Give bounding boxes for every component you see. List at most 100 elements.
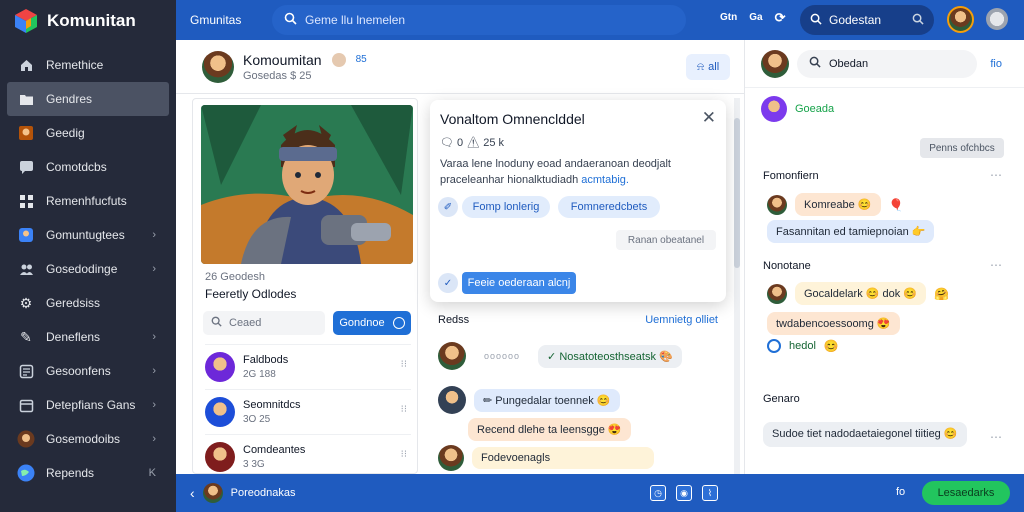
popup-title: Vonaltom Omnenclddel [440,111,585,127]
sidebar-item-5[interactable]: Gomuntugtees › [0,218,176,252]
sidebar-item-10[interactable]: Detepfians Gans › [0,388,176,422]
friend-row-0[interactable]: Faldbods 2G 188 ⁝⁝ [205,344,411,388]
message-avatar [438,445,464,471]
magnifier-icon [912,13,924,28]
close-icon[interactable]: ✕ [702,108,716,128]
sidebar-item-11[interactable]: Gosemodoibs › [0,422,176,456]
more-icon[interactable]: ⋯ [990,258,1002,272]
section-title-2: Nonotane [763,260,811,272]
all-button[interactable]: ⍾ all [686,54,730,80]
popup-action-button[interactable]: Feeie oederaan alcnj [462,272,576,294]
sidebar-item-9[interactable]: Gesoonfens › [0,354,176,388]
sidebar-item-8[interactable]: ✎ Deneflens › [0,320,176,354]
panel-item-2a[interactable]: Gocaldelark 😊 dok 😊 🤗 [767,282,949,305]
bottom-user[interactable]: ‹ Poreodnakas [176,483,296,503]
emoji-icon: 😊 [865,288,880,300]
panel-item-2b[interactable]: twdabencoessoomg 😍 [767,312,900,335]
search-icon [284,12,297,28]
smile-icon: 😊 [857,199,872,211]
sidebar-item-1[interactable]: Gendres [7,82,169,116]
card-action-button[interactable]: Gondnoe [333,311,411,335]
profile-avatar[interactable] [202,50,234,83]
sidebar-item-4[interactable]: Remenhfucfuts [0,184,176,218]
friend-avatar [205,351,235,382]
panel-button[interactable]: Penns ofchbcs [920,138,1004,158]
card-search-input[interactable]: Ceaed [203,311,325,335]
message-avatar [438,386,466,414]
popup-chip-1[interactable]: Fomneredcbets [558,196,660,218]
profile-header: Komoumitan 85 Gosedas $ 25 ⍾ all [176,40,744,94]
panel-close-button[interactable]: fio [990,58,1002,70]
message-bubble: Recend dlehe ta leensgge 😍 [468,418,631,441]
popup-chip-0[interactable]: Fomp lonlerig [462,196,550,218]
more-icon[interactable]: ⁝⁝ [401,359,407,370]
sidebar-nav: Remethice Gendres Geedig Comotdcbs Remen… [0,48,176,490]
cube-logo-icon [15,9,37,33]
feed-scrollbar[interactable] [734,98,740,474]
bottom-arrow-label[interactable]: fo [896,486,905,498]
pencil-icon: ✏ [483,394,496,407]
right-search-input[interactable]: Godestan [800,5,934,35]
scroll-thumb[interactable] [734,118,740,268]
panel-user-avatar [761,96,787,122]
panel-item-2c[interactable]: hedol 😊 [767,339,839,353]
topbar-brand[interactable]: Gmunitas [176,13,272,27]
sidebar-item-label: Remenhfucfuts [46,194,127,208]
panel-item-1b[interactable]: Fasannitan ed tamiepnoian 👉 [767,220,935,243]
more-icon[interactable]: ⋯ [990,430,1002,444]
popup-link[interactable]: acmtabig. [581,174,629,186]
gear-icon: ⚙ [19,294,33,311]
item-text: hedol [789,340,816,352]
sidebar-item-12[interactable]: Repends K [0,456,176,490]
panel-item-1a[interactable]: Komreabe 😊 🎈 [767,193,903,216]
panel-user-name: Goeada [795,103,835,115]
item-avatar [767,194,787,215]
more-icon[interactable]: ⁝⁝ [401,404,407,415]
more-icon[interactable]: ⋯ [990,168,1002,182]
item-text: Komreabe [804,199,855,211]
topbar-icon-text-1[interactable]: Ga [749,12,762,26]
section-title-1: Fomonfiern [763,170,819,182]
feed-title: Redss [438,314,470,326]
feed-message-2[interactable]: Recend dlehe ta leensgge 😍 [468,418,631,441]
panel-item-3[interactable]: Sudoe tiet nadodaetaiegonel tiitieg 😊 [763,422,967,447]
search-icon [211,316,222,330]
friend-row-1[interactable]: Seomnitdcs 3O 25 ⁝⁝ [205,389,411,433]
panel-search-input[interactable]: Obedan [797,49,977,78]
feed-message-0[interactable]: oooooo ✓ Nosatoteosthseatsk 🎨 [438,342,682,370]
feed-message-1[interactable]: ✏ Pungedalar toennek 😊 [438,386,620,414]
user-avatar[interactable] [947,6,974,33]
sidebar-item-2[interactable]: Geedig [0,116,176,150]
app-logo[interactable]: Komunitan [0,0,176,42]
bottom-action-button[interactable]: Lesaedarks [922,481,1010,505]
sidebar-item-0[interactable]: Remethice [0,48,176,82]
sidebar-item-7[interactable]: ⚙ Geredsiss [0,286,176,320]
sidebar-item-label: Geedig [46,126,85,140]
panel-user[interactable]: Goeada [761,96,834,122]
friend-name: Comdeantes [243,443,306,456]
shortcut-key: K [148,467,156,479]
feed-link[interactable]: Uemnietg olliet [645,314,718,326]
item-bubble: twdabencoessoomg 😍 [767,312,900,335]
feed-message-3[interactable]: Fodevoenagls [438,445,654,471]
chevron-right-icon: › [152,433,156,445]
message-bubble: ✏ Pungedalar toennek 😊 [474,388,620,412]
right-panel: Obedan fio Goeada Penns ofchbcs Fomonfie… [744,40,1024,474]
secondary-avatar[interactable] [986,8,1008,30]
popup-secondary-button[interactable]: Ranan obeatanel [616,230,716,250]
more-icon[interactable]: ⁝⁝ [401,449,407,460]
topbar-icon-text-0[interactable]: Gtn [720,12,737,26]
refresh-icon[interactable]: ⟳ [775,10,786,26]
camera-icon[interactable]: ◉ [676,485,692,501]
clock-icon[interactable]: ◷ [650,485,666,501]
sidebar-item-6[interactable]: Gosedodinge › [0,252,176,286]
right-panel-header: Obedan [745,40,1024,88]
back-arrow-icon[interactable]: ‹ [190,485,195,501]
panel-avatar[interactable] [761,49,789,78]
sidebar-item-3[interactable]: Comotdcbs [0,150,176,184]
attach-icon[interactable]: ⌇ [702,485,718,501]
friend-row-2[interactable]: Comdeantes 3 3G ⁝⁝ [205,434,411,478]
global-search-input[interactable]: Geme llu lnemelen [272,5,686,35]
home-icon [17,56,35,74]
list-icon [17,362,35,380]
